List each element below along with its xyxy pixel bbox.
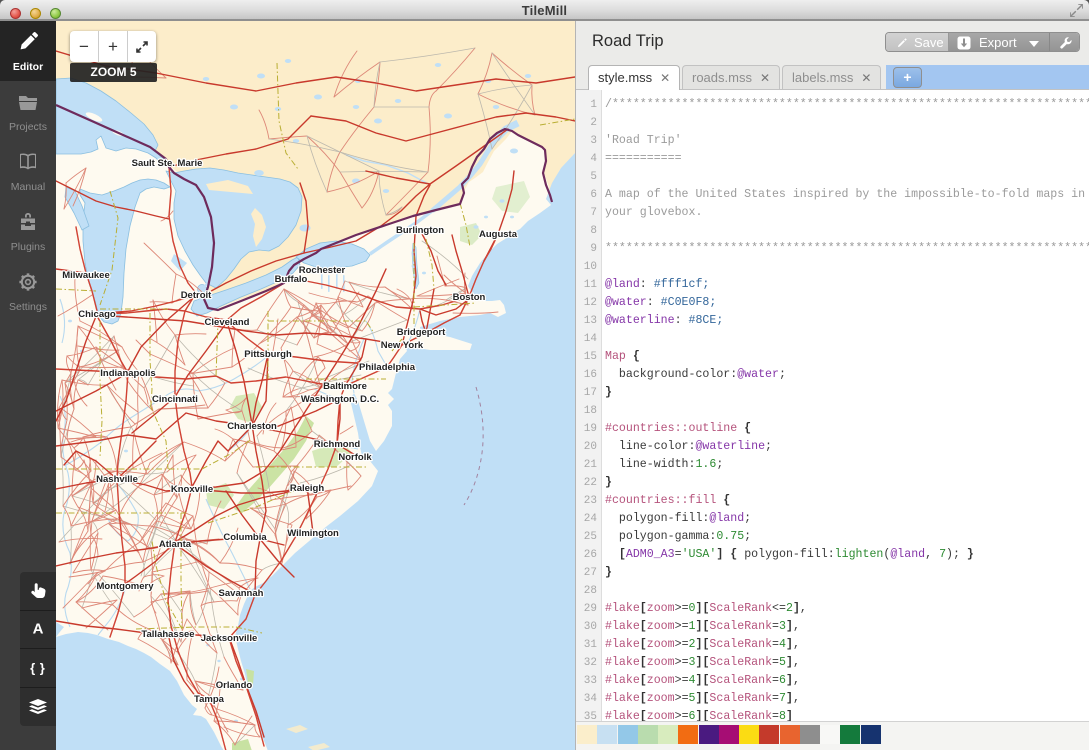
svg-text:Boston: Boston bbox=[453, 292, 486, 303]
svg-text:Norfolk: Norfolk bbox=[338, 452, 372, 463]
svg-text:Tallahassee: Tallahassee bbox=[141, 629, 194, 640]
svg-text:Cincinnati: Cincinnati bbox=[152, 394, 198, 405]
svg-text:Montgomery: Montgomery bbox=[97, 581, 155, 592]
svg-text:Columbia: Columbia bbox=[223, 532, 267, 543]
svg-text:Bridgeport: Bridgeport bbox=[397, 327, 446, 338]
svg-text:Detroit: Detroit bbox=[181, 290, 212, 301]
svg-text:Raleigh: Raleigh bbox=[290, 483, 325, 494]
svg-text:Atlanta: Atlanta bbox=[159, 539, 192, 550]
svg-text:Wilmington: Wilmington bbox=[287, 528, 339, 539]
svg-text:Burlington: Burlington bbox=[396, 225, 444, 236]
svg-text:Chicago: Chicago bbox=[78, 309, 116, 320]
svg-text:Augusta: Augusta bbox=[479, 229, 518, 240]
svg-text:Jacksonville: Jacksonville bbox=[201, 633, 258, 644]
svg-text:Savannah: Savannah bbox=[219, 588, 264, 599]
svg-text:Milwaukee: Milwaukee bbox=[62, 270, 110, 281]
svg-text:Baltimore: Baltimore bbox=[323, 381, 367, 392]
svg-text:Richmond: Richmond bbox=[314, 439, 361, 450]
svg-text:Washington, D.C.: Washington, D.C. bbox=[301, 394, 379, 405]
svg-text:Tampa: Tampa bbox=[194, 694, 225, 705]
svg-text:Sault Ste. Marie: Sault Ste. Marie bbox=[132, 158, 203, 169]
svg-text:Orlando: Orlando bbox=[216, 680, 253, 691]
svg-text:Pittsburgh: Pittsburgh bbox=[244, 349, 292, 360]
svg-text:Cleveland: Cleveland bbox=[205, 317, 250, 328]
svg-text:New York: New York bbox=[381, 340, 424, 351]
svg-text:Philadelphia: Philadelphia bbox=[359, 362, 416, 373]
svg-text:Charleston: Charleston bbox=[227, 421, 277, 432]
svg-text:Nashville: Nashville bbox=[96, 474, 138, 485]
svg-text:Knoxville: Knoxville bbox=[171, 484, 213, 495]
svg-text:Indianapolis: Indianapolis bbox=[100, 368, 155, 379]
svg-text:Rochester: Rochester bbox=[299, 265, 346, 276]
